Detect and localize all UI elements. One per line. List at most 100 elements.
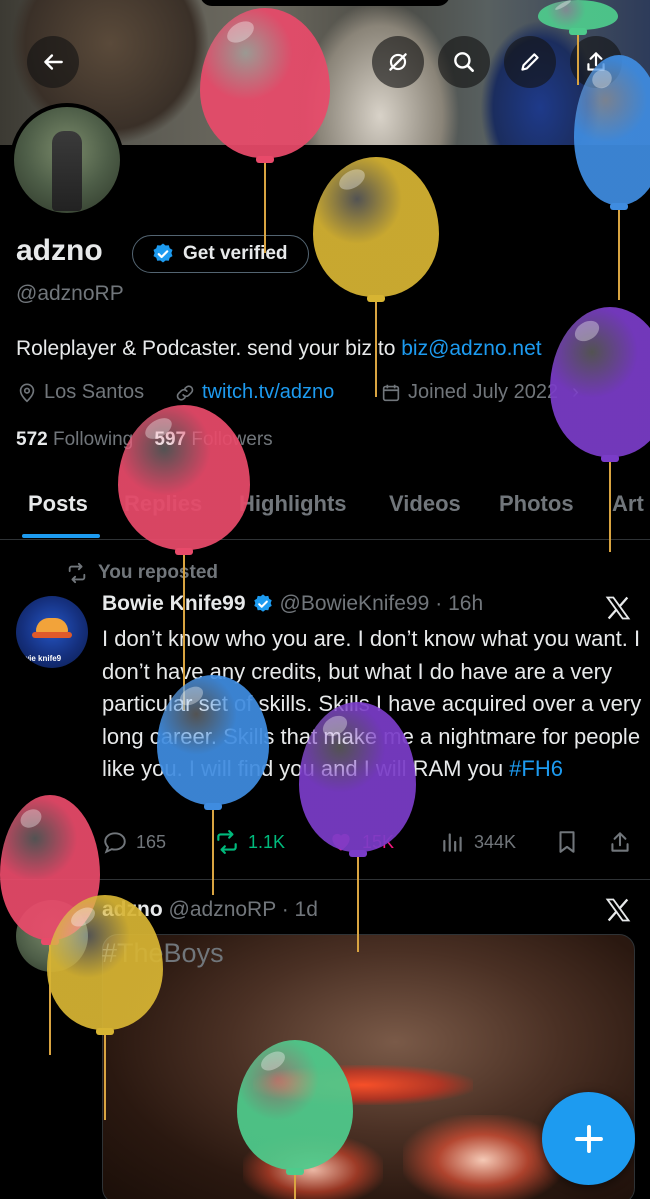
analytics-icon: [443, 833, 462, 852]
tweet-header: adzno @adznoRP · 1d: [102, 898, 318, 922]
x-logo-icon[interactable]: [604, 594, 632, 622]
profile-avatar[interactable]: [10, 103, 124, 217]
balloon-shine: [17, 805, 45, 832]
balloon-knot: [256, 156, 274, 163]
tab-videos[interactable]: Videos: [389, 491, 461, 517]
chevron-right-icon[interactable]: ›: [572, 381, 579, 404]
balloon: [313, 157, 439, 402]
balloon-knot: [175, 548, 193, 555]
share-icon: [587, 52, 605, 71]
back-button[interactable]: [27, 36, 79, 88]
avatar-art: [32, 632, 72, 638]
tab-art[interactable]: Art: [612, 491, 644, 517]
x-logo-icon[interactable]: [604, 896, 632, 924]
tweet-author-name[interactable]: adzno: [102, 898, 163, 921]
balloon-knot: [204, 803, 222, 810]
hashtag-link[interactable]: #FH6: [509, 756, 563, 781]
profile-name: adzno: [16, 234, 103, 267]
link-icon: [176, 384, 194, 401]
tweet-author-avatar[interactable]: owie knife9: [16, 596, 88, 668]
profile-bio: Roleplayer & Podcaster. send your biz to…: [16, 337, 542, 361]
followers-label: Followers: [191, 429, 273, 450]
balloon-knot: [610, 203, 628, 210]
tweet-author-name[interactable]: Bowie Knife99: [102, 592, 246, 616]
profile-tabs: Posts Replies Highlights Videos Photos A…: [0, 470, 650, 540]
views-count: 344K: [474, 831, 517, 852]
arrow-left-icon: [44, 54, 63, 70]
eye-slash-icon: [389, 53, 407, 71]
heart-icon: [332, 833, 350, 851]
like-button[interactable]: 15K: [328, 829, 394, 855]
media-art: [253, 1065, 473, 1105]
followers-link[interactable]: 597 Followers: [154, 429, 272, 450]
balloon-knot: [601, 455, 619, 462]
reply-count: 165: [136, 831, 167, 852]
verified-badge-icon: [153, 243, 173, 263]
website-link[interactable]: twitch.tv/adzno: [202, 381, 334, 404]
following-label: Following: [52, 429, 134, 450]
views-button[interactable]: 344K: [440, 829, 516, 855]
tweet-text[interactable]: #TheBoys: [102, 938, 224, 969]
share-icon: [611, 832, 629, 852]
hide-button[interactable]: [372, 36, 424, 88]
repost-button[interactable]: 1.1K: [214, 829, 285, 855]
followers-count: 597: [154, 429, 187, 450]
tab-photos[interactable]: Photos: [499, 491, 574, 517]
bio-text: Roleplayer & Podcaster. send your biz to: [16, 337, 402, 360]
profile-website[interactable]: twitch.tv/adzno: [174, 381, 334, 404]
tweet-author-handle[interactable]: @BowieKnife99: [280, 592, 430, 616]
repost-indicator: You reposted: [66, 562, 218, 584]
active-tab-indicator: [22, 534, 100, 538]
joined-text: Joined July 2022: [408, 381, 559, 403]
avatar-figure: [52, 131, 82, 211]
balloon-shine: [335, 165, 369, 194]
location-pin-icon: [19, 382, 35, 402]
media-art: [403, 1115, 563, 1199]
following-link[interactable]: 572 Following: [16, 429, 133, 450]
compose-button[interactable]: [542, 1092, 635, 1185]
search-button[interactable]: [438, 36, 490, 88]
plus-icon: [574, 1124, 603, 1153]
tweet-time[interactable]: · 16h: [435, 592, 483, 616]
profile-joined: Joined July 2022 ›: [380, 381, 579, 404]
tweet-author-avatar[interactable]: [16, 900, 88, 972]
repost-label: You reposted: [98, 562, 218, 583]
avatar-caption: owie knife9: [18, 654, 62, 663]
repost-icon: [217, 830, 237, 854]
reply-button[interactable]: 165: [102, 829, 166, 855]
tweet-author-handle[interactable]: @adznoRP: [169, 898, 276, 921]
pencil-icon: [521, 53, 539, 71]
profile-location: Los Santos: [16, 381, 144, 404]
repost-icon: [68, 562, 86, 584]
tab-posts[interactable]: Posts: [28, 491, 88, 517]
repost-count: 1.1K: [248, 831, 286, 852]
tweet-time[interactable]: · 1d: [282, 898, 318, 921]
tweet-share-button[interactable]: [607, 829, 633, 855]
search-icon: [454, 52, 474, 72]
tweet-header: Bowie Knife99 @BowieKnife99 · 16h: [102, 592, 483, 616]
get-verified-label: Get verified: [183, 243, 288, 264]
tweet-divider: [0, 879, 650, 880]
get-verified-button[interactable]: Get verified: [132, 235, 309, 273]
tab-highlights[interactable]: Highlights: [239, 491, 347, 517]
edit-button[interactable]: [504, 36, 556, 88]
like-count: 15K: [362, 831, 395, 852]
follow-stats: 572 Following 597 Followers: [16, 429, 273, 451]
balloon-shine: [571, 316, 603, 346]
media-art: [243, 1135, 383, 1199]
bio-email-link[interactable]: biz@adzno.net: [401, 337, 541, 360]
bookmark-button[interactable]: [554, 829, 580, 855]
following-count: 572: [16, 429, 48, 450]
reply-icon: [104, 832, 126, 854]
balloon-body: [313, 157, 439, 297]
location-text: Los Santos: [44, 381, 145, 403]
device-notch: [200, 0, 450, 6]
tweet-text[interactable]: I don’t know who you are. I don’t know w…: [102, 623, 642, 786]
balloon-knot: [367, 295, 385, 302]
calendar-icon: [382, 384, 400, 401]
profile-handle: @adznoRP: [16, 282, 124, 305]
verified-badge-icon: [253, 594, 272, 612]
bookmark-icon: [559, 831, 575, 853]
share-button[interactable]: [570, 36, 622, 88]
tab-replies[interactable]: Replies: [124, 491, 202, 517]
